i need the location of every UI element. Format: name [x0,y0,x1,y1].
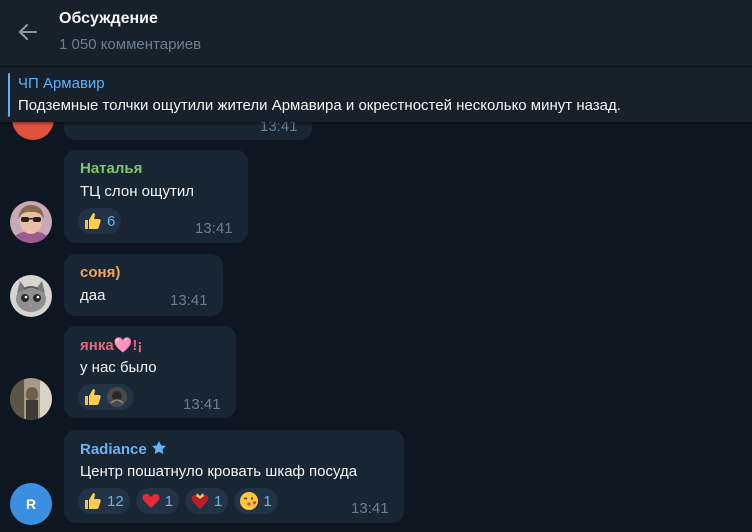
message-time: 13:41 [351,500,389,517]
pinned-post-text: Подземные толчки ощутили жители Армавира… [18,97,621,114]
page-title: Обсуждение [59,10,158,27]
reactions [78,384,134,410]
reaction-count: 1 [164,492,174,510]
avatar-letter: R [25,496,37,512]
message-text: у нас было [80,359,157,376]
message-sender[interactable]: соня) [80,264,120,281]
message-time: 13:41 [170,292,208,309]
comment-count: 1 050 комментариев [59,36,202,53]
reaction-kissing-face[interactable]: 1 [234,488,278,514]
reaction-heart-bow[interactable]: 1 [185,488,229,514]
message-bubble[interactable]: янка🩷!¡ у нас было 13:41 [64,326,236,418]
thumbs-up-icon [85,213,101,229]
reaction-count: 1 [263,492,272,510]
heart-bow-icon [191,493,209,509]
reaction-red-heart[interactable]: 1 [135,488,180,514]
message-text: Центр пошатнуло кровать шкаф посуда [80,463,358,480]
message-text: даа [80,287,106,304]
kissing-face-icon [240,492,259,510]
reaction-count: 1 [214,492,223,510]
avatar[interactable] [10,201,52,243]
reaction-thumbs-up[interactable] [78,384,134,410]
message-time: 13:41 [183,396,221,413]
message-sender[interactable]: янка🩷!¡ [80,336,142,354]
red-heart-icon [142,493,160,508]
reaction-count: 6 [107,212,116,230]
premium-star-icon [151,441,166,454]
message-sender[interactable]: Наталья [80,160,142,177]
pinned-accent-bar [8,73,10,117]
reaction-count: 12 [107,492,124,510]
message-bubble[interactable]: Radiance Центр пошатнуло кровать шкаф по… [64,430,404,523]
message-time: 13:41 [195,220,233,237]
reactor-avatar-icon [107,387,127,407]
thumbs-up-icon [85,493,101,509]
reaction-thumbs-up[interactable]: 12 [78,488,130,514]
avatar[interactable] [10,378,52,420]
chat-window: 13:41 Наталья ТЦ слон ощутил 6 13:41 сон… [0,0,752,532]
reactions: 6 [78,208,122,234]
chat-header: Обсуждение 1 050 комментариев [0,0,752,66]
pinned-post[interactable]: ЧП Армавир Подземные толчки ощутили жите… [0,66,752,122]
message-sender[interactable]: Radiance [80,440,167,458]
message-bubble[interactable]: соня) даа 13:41 [64,254,223,316]
sender-name: Radiance [80,441,147,458]
pinned-channel-name: ЧП Армавир [18,75,105,92]
message-text: ТЦ слон ощутил [80,183,194,200]
thumbs-up-icon [85,389,101,405]
back-button[interactable] [14,18,42,46]
arrow-left-icon [19,24,37,40]
reaction-thumbs-up[interactable]: 6 [78,208,122,234]
avatar[interactable]: R [10,483,52,525]
avatar[interactable] [10,275,52,317]
reactions: 12 1 1 1 [78,488,278,514]
message-bubble[interactable]: Наталья ТЦ слон ощутил 6 13:41 [64,150,248,243]
